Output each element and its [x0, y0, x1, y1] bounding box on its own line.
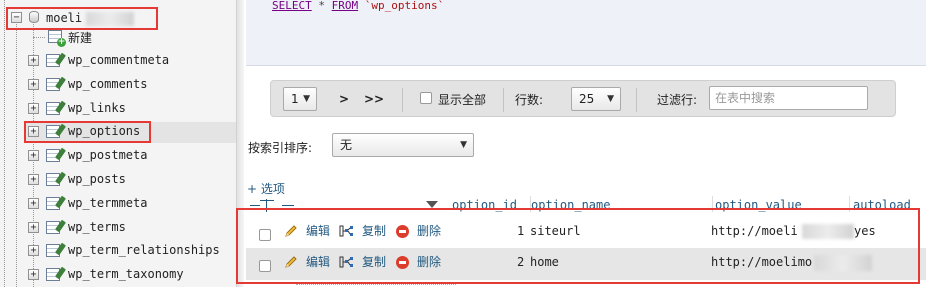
expand-table-icon[interactable]: +	[28, 126, 39, 137]
sidebar-item-wp-commentmeta[interactable]: wp_commentmeta	[68, 53, 169, 67]
chevron-down-icon: ▼	[303, 94, 310, 104]
sidebar-item-wp-links[interactable]: wp_links	[68, 101, 126, 115]
show-all-checkbox[interactable]	[420, 92, 432, 104]
chevron-down-icon: ▼	[607, 94, 614, 104]
table-icon	[46, 102, 60, 115]
sidebar-item-wp-terms[interactable]: wp_terms	[68, 220, 126, 234]
expand-table-icon[interactable]: +	[28, 55, 39, 66]
next-page-button[interactable]: >	[333, 88, 355, 111]
sort-by-key-label: 按索引排序:	[248, 141, 313, 155]
show-all-label[interactable]: 显示全部	[438, 91, 486, 108]
tree-line	[33, 37, 45, 38]
header-arrow-line	[282, 205, 294, 206]
sidebar-item-wp-comments[interactable]: wp_comments	[68, 77, 147, 91]
sql-query-box: SELECT * FROM `wp_options`	[246, 0, 926, 66]
table-icon	[46, 268, 60, 281]
sidebar-item-wp-term-taxonomy[interactable]: wp_term_taxonomy	[68, 267, 184, 281]
sidebar-item-wp-options[interactable]: wp_options	[68, 124, 140, 138]
chevron-down-icon: ▼	[460, 140, 467, 150]
separator	[636, 88, 637, 112]
table-icon	[46, 78, 60, 91]
separator	[402, 88, 403, 112]
table-icon	[46, 149, 60, 162]
sidebar-item-wp-posts[interactable]: wp_posts	[68, 172, 126, 186]
sql-keyword-from: FROM	[331, 0, 359, 12]
sidebar-item-wp-term-relationships[interactable]: wp_term_relationships	[68, 243, 220, 257]
rows-per-page-select[interactable]: 25 ▼	[571, 87, 621, 111]
table-icon	[46, 221, 60, 234]
sort-dropdown-icon[interactable]	[426, 201, 438, 208]
sql-keyword-select: SELECT	[272, 0, 312, 12]
expand-table-icon[interactable]: +	[28, 198, 39, 209]
rows-per-page-value: 25	[579, 92, 595, 106]
expand-table-icon[interactable]: +	[28, 79, 39, 90]
table-icon	[46, 197, 60, 210]
highlight-database	[6, 7, 158, 30]
new-table-icon	[48, 30, 66, 47]
last-page-button[interactable]: >>	[361, 88, 387, 111]
options-link[interactable]: + 选项	[247, 180, 285, 197]
sort-by-key-value: 无	[340, 138, 353, 152]
new-table-link[interactable]: 新建	[68, 29, 92, 46]
expand-table-icon[interactable]: +	[28, 269, 39, 280]
sql-query-text: SELECT * FROM `wp_options`	[272, 0, 444, 12]
table-icon	[46, 125, 60, 138]
expand-table-icon[interactable]: +	[28, 245, 39, 256]
filter-rows-input[interactable]: 在表中搜索	[709, 86, 868, 110]
table-icon	[46, 54, 60, 67]
table-icon	[46, 244, 60, 257]
sql-table-name: `wp_options`	[358, 0, 445, 12]
pagination-bar: 1 ▼ > >> 显示全部 行数: 25 ▼ 过滤行: 在表中搜索	[270, 80, 896, 117]
expand-table-icon[interactable]: +	[28, 222, 39, 233]
highlight-rows	[236, 208, 920, 284]
expand-table-icon[interactable]: +	[28, 174, 39, 185]
expand-table-icon[interactable]: +	[28, 103, 39, 114]
tree-line	[4, 0, 5, 287]
header-arrow-line	[250, 205, 260, 206]
header-column-marker	[260, 200, 274, 201]
page-select[interactable]: 1 ▼	[283, 87, 317, 111]
expand-table-icon[interactable]: +	[28, 150, 39, 161]
sql-star: *	[311, 0, 332, 12]
page-select-value: 1	[291, 92, 299, 106]
table-icon	[46, 173, 60, 186]
separator	[503, 88, 504, 112]
sidebar-item-wp-postmeta[interactable]: wp_postmeta	[68, 148, 147, 162]
navigation-sidebar: − moeli 新建 +wp_commentmeta+wp_comments+w…	[0, 0, 238, 287]
rows-label: 行数:	[515, 93, 544, 107]
filter-rows-label: 过滤行:	[657, 93, 698, 107]
sort-by-key-select[interactable]: 无 ▼	[332, 133, 474, 157]
tree-line	[16, 24, 17, 287]
sidebar-item-wp-termmeta[interactable]: wp_termmeta	[68, 196, 147, 210]
